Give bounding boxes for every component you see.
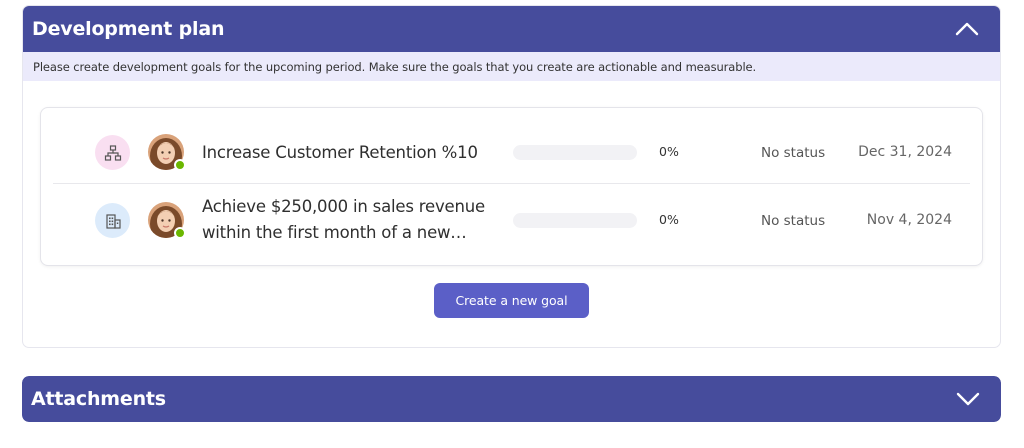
- development-plan-header[interactable]: Development plan: [23, 6, 1000, 52]
- org-chart-icon: [95, 135, 130, 170]
- goal-title[interactable]: Increase Customer Retention %10: [202, 140, 478, 166]
- collapse-chevron-up-icon[interactable]: [954, 16, 980, 42]
- goal-title[interactable]: Achieve $250,000 in sales revenue within…: [202, 194, 502, 246]
- expand-chevron-down-icon[interactable]: [955, 386, 981, 412]
- goal-progress-percent: 0%: [659, 144, 679, 159]
- avatar[interactable]: [148, 134, 186, 171]
- goal-status[interactable]: No status: [761, 213, 825, 229]
- info-message: Please create development goals for the …: [23, 52, 1000, 81]
- development-plan-title: Development plan: [32, 18, 225, 40]
- goal-due-date: Nov 4, 2024: [866, 212, 952, 228]
- presence-available-icon: [174, 159, 186, 171]
- attachments-title: Attachments: [31, 388, 166, 410]
- presence-available-icon: [174, 227, 186, 239]
- goal-due-date: Dec 31, 2024: [858, 144, 952, 160]
- info-text: Please create development goals for the …: [33, 59, 757, 74]
- goals-list: Increase Customer Retention %10 0% No st…: [40, 107, 983, 266]
- attachments-header[interactable]: Attachments: [22, 376, 1001, 422]
- building-icon: [95, 203, 130, 238]
- goal-row[interactable]: Achieve $250,000 in sales revenue within…: [53, 184, 970, 258]
- goal-row[interactable]: Increase Customer Retention %10 0% No st…: [53, 116, 970, 190]
- create-new-goal-button[interactable]: Create a new goal: [434, 283, 589, 318]
- goal-progress-percent: 0%: [659, 212, 679, 227]
- goal-status[interactable]: No status: [761, 145, 825, 161]
- development-plan-panel: Development plan Please create developme…: [22, 5, 1001, 348]
- avatar[interactable]: [148, 202, 186, 239]
- goal-progress-bar: [513, 213, 637, 228]
- goal-progress-bar: [513, 145, 637, 160]
- attachments-panel: Attachments: [22, 376, 1001, 422]
